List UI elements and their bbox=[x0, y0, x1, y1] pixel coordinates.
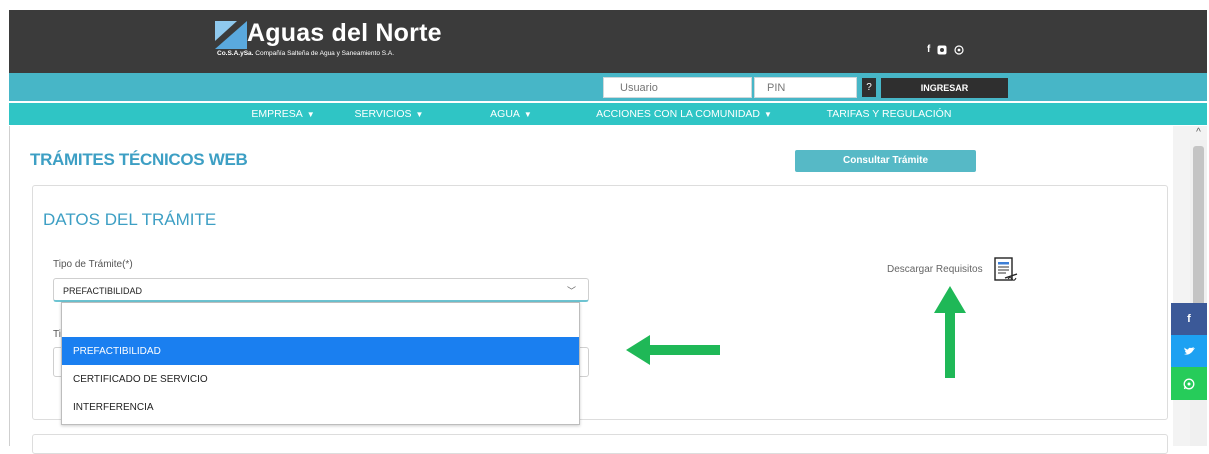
up-arrow-annotation-icon bbox=[934, 286, 966, 378]
chevron-down-icon: ﹀ bbox=[566, 286, 576, 296]
select-current-value: PREFACTIBILIDAD bbox=[63, 286, 143, 296]
facebook-icon[interactable]: f bbox=[927, 44, 930, 55]
next-panel bbox=[32, 434, 1168, 454]
share-facebook-button[interactable]: f bbox=[1171, 303, 1207, 335]
scroll-up-icon[interactable]: ^ bbox=[1190, 126, 1207, 140]
chevron-down-icon: ▼ bbox=[306, 109, 315, 119]
dropdown-option-prefactibilidad[interactable]: PREFACTIBILIDAD bbox=[62, 337, 579, 365]
share-twitter-button[interactable] bbox=[1171, 335, 1207, 367]
dropdown-option-interferencia[interactable]: INTERFERENCIA bbox=[62, 393, 579, 421]
logo-mark-icon bbox=[215, 21, 247, 49]
whatsapp-icon bbox=[1183, 378, 1195, 390]
instagram-icon[interactable] bbox=[937, 45, 947, 55]
nav-item-tarifas[interactable]: TARIFAS Y REGULACIÓN bbox=[819, 103, 959, 125]
download-requirements-link[interactable]: Descargar Requisitos bbox=[887, 264, 983, 275]
login-help-button[interactable]: ? bbox=[862, 78, 876, 97]
chevron-down-icon: ▼ bbox=[415, 109, 424, 119]
chevron-down-icon: ▼ bbox=[764, 109, 772, 119]
chevron-down-icon: ▼ bbox=[523, 109, 532, 119]
tipo-tramite-select[interactable]: PREFACTIBILIDAD ﹀ bbox=[53, 278, 589, 302]
whatsapp-icon[interactable] bbox=[954, 44, 964, 55]
document-download-icon[interactable] bbox=[991, 256, 1019, 284]
nav-item-agua[interactable]: AGUA ▼ bbox=[471, 103, 551, 125]
pin-input[interactable]: PIN bbox=[754, 77, 857, 98]
nav-item-empresa[interactable]: EMPRESA ▼ bbox=[233, 103, 333, 125]
logo-title: Aguas del Norte bbox=[247, 19, 442, 47]
nav-item-servicios[interactable]: SERVICIOS ▼ bbox=[339, 103, 439, 125]
consult-tramite-button[interactable]: Consultar Trámite bbox=[795, 150, 976, 172]
dropdown-search-input[interactable] bbox=[66, 307, 575, 332]
tipo-tramite-label: Tipo de Trámite(*) bbox=[53, 259, 133, 270]
section-title: DATOS DEL TRÁMITE bbox=[43, 210, 217, 229]
dropdown-option-certificado[interactable]: CERTIFICADO DE SERVICIO bbox=[62, 365, 579, 393]
tipo-tramite-dropdown: PREFACTIBILIDAD CERTIFICADO DE SERVICIO … bbox=[61, 302, 580, 425]
main-nav: EMPRESA ▼ SERVICIOS ▼ AGUA ▼ ACCIONES CON L… bbox=[9, 103, 1207, 125]
twitter-icon bbox=[1183, 346, 1195, 355]
header-social-links: f bbox=[927, 44, 964, 55]
logo-subtitle: Co.S.A.ySa. Compañía Salteña de Agua y S… bbox=[217, 50, 395, 57]
login-bar: Usuario PIN ? INGRESAR bbox=[9, 73, 1207, 101]
scrollbar-thumb[interactable] bbox=[1193, 146, 1204, 306]
site-header: Aguas del Norte Co.S.A.ySa. Compañía Sal… bbox=[9, 10, 1207, 73]
share-whatsapp-button[interactable] bbox=[1171, 367, 1207, 400]
username-input[interactable]: Usuario bbox=[603, 77, 752, 98]
login-submit-button[interactable]: INGRESAR bbox=[881, 78, 1008, 98]
second-field-label: Ti bbox=[53, 329, 61, 340]
page-title: TRÁMITES TÉCNICOS WEB bbox=[30, 150, 248, 169]
nav-item-acciones-comunidad[interactable]: ACCIONES CON LA COMUNIDAD ▼ bbox=[589, 103, 779, 125]
left-arrow-annotation-icon bbox=[626, 335, 720, 365]
